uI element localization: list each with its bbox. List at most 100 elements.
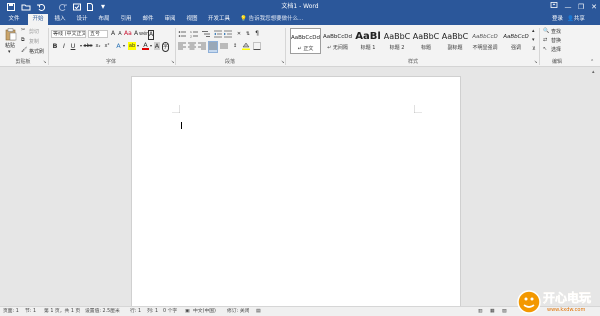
tab-references[interactable]: 引用 — [116, 14, 136, 25]
collapse-ribbon-icon[interactable]: ⌃ — [590, 59, 594, 65]
borders-icon[interactable] — [253, 42, 261, 52]
styles-launcher-icon[interactable]: ↘ — [534, 59, 537, 64]
highlight-color-button[interactable]: ab — [128, 42, 136, 50]
style-normal[interactable]: AaBbCcDd ↵ 正文 — [290, 28, 321, 54]
find-button[interactable]: 查找 — [551, 28, 561, 35]
status-position[interactable]: 设置值: 2.5厘米 — [85, 307, 120, 316]
select-button[interactable]: 选择 — [551, 46, 561, 53]
status-proofing-icon[interactable]: ▣ — [185, 307, 190, 316]
font-color-dropdown-icon[interactable]: ▾ — [149, 42, 153, 50]
paste-icon[interactable] — [4, 27, 18, 41]
superscript-button[interactable]: x² — [103, 42, 111, 50]
format-painter-icon[interactable]: 🖌 — [21, 47, 27, 53]
tab-home[interactable]: 开始 — [28, 14, 48, 25]
bold-button[interactable]: B — [52, 42, 58, 50]
style-heading-1[interactable]: AaBl 标题 1 — [354, 28, 382, 54]
styles-more-icon[interactable]: ⊻ — [532, 46, 536, 52]
numbering-icon[interactable]: 12 — [190, 30, 198, 40]
tab-developer[interactable]: 开发工具 — [204, 14, 234, 25]
align-center-icon[interactable] — [188, 42, 196, 52]
increase-indent-icon[interactable] — [224, 30, 232, 40]
styles-scroll-up-icon[interactable]: ▴ — [532, 28, 535, 34]
style-title[interactable]: AaBbC 标题 — [412, 28, 440, 54]
sign-in-link[interactable]: 登录 — [552, 14, 563, 25]
format-painter-button[interactable]: 格式刷 — [29, 48, 44, 55]
subscript-button[interactable]: x₂ — [94, 42, 102, 50]
find-icon[interactable]: 🔍 — [543, 28, 549, 34]
vertical-scrollbar-icon[interactable]: ▴ — [592, 69, 595, 75]
status-page-of[interactable]: 第 1 页，共 1 页 — [44, 307, 80, 316]
underline-button[interactable]: U — [70, 42, 76, 50]
decrease-indent-icon[interactable] — [214, 30, 222, 40]
show-marks-icon[interactable]: ¶ — [253, 30, 261, 38]
chinese-layout-icon[interactable]: ✕ — [235, 30, 243, 38]
tab-design[interactable]: 设计 — [72, 14, 92, 25]
paste-button[interactable]: 粘贴 — [5, 42, 15, 49]
tab-layout[interactable]: 布局 — [94, 14, 114, 25]
status-section[interactable]: 节: 1 — [25, 307, 36, 316]
align-left-icon[interactable] — [178, 42, 186, 52]
multilevel-list-icon[interactable] — [202, 30, 210, 40]
select-icon[interactable]: ↖ — [543, 46, 547, 52]
change-case-icon[interactable]: Aa — [124, 30, 132, 38]
italic-button[interactable]: I — [61, 42, 67, 50]
character-border-icon[interactable]: A — [148, 30, 154, 40]
sort-icon[interactable]: ⇅ — [244, 30, 252, 38]
tab-mailings[interactable]: 邮件 — [138, 14, 158, 25]
shrink-font-icon[interactable]: A — [117, 30, 123, 38]
status-column[interactable]: 列: 1 — [147, 307, 158, 316]
restore-button[interactable]: ❐ — [574, 0, 588, 14]
document-area[interactable]: ▴ — [0, 67, 600, 316]
styles-scroll-down-icon[interactable]: ▾ — [532, 37, 535, 43]
replace-button[interactable]: 替换 — [551, 37, 561, 44]
bullets-icon[interactable] — [178, 30, 186, 40]
strikethrough-button[interactable]: abc — [83, 42, 93, 50]
tab-view[interactable]: 视图 — [182, 14, 202, 25]
share-button[interactable]: 👤共享 — [567, 14, 585, 25]
phonetic-guide-icon[interactable]: wén — [139, 30, 149, 38]
document-page[interactable] — [131, 76, 461, 316]
read-mode-icon[interactable]: ▥ — [478, 307, 483, 316]
font-family-select[interactable]: 等线 (中文正文) — [51, 30, 86, 38]
text-effects-dropdown-icon[interactable]: ▾ — [122, 42, 126, 50]
copy-button[interactable]: 复制 — [29, 38, 39, 45]
font-launcher-icon[interactable]: ↘ — [171, 59, 174, 64]
tab-file[interactable]: 文件 — [2, 14, 26, 25]
copy-icon[interactable]: ⧉ — [21, 37, 25, 43]
status-track-changes[interactable]: 修订: 关闭 — [227, 307, 249, 316]
align-right-icon[interactable] — [198, 42, 206, 52]
replace-icon[interactable]: ⇄ — [543, 37, 547, 43]
style-no-spacing[interactable]: AaBbCcDd ↵ 无间隔 — [322, 28, 353, 54]
paragraph-launcher-icon[interactable]: ↘ — [281, 59, 284, 64]
line-spacing-icon[interactable]: ↕ — [231, 42, 239, 50]
ribbon-display-icon[interactable] — [547, 0, 561, 14]
font-size-select[interactable]: 五号 — [88, 30, 108, 38]
status-page[interactable]: 页面: 1 — [3, 307, 19, 316]
tab-insert[interactable]: 插入 — [50, 14, 70, 25]
text-effects-icon[interactable]: A — [115, 42, 122, 50]
highlight-dropdown-icon[interactable]: ▾ — [136, 42, 140, 50]
status-word-count[interactable]: 0 个字 — [163, 307, 177, 316]
close-button[interactable]: ✕ — [587, 0, 600, 14]
enclose-characters-icon[interactable]: 字 — [162, 42, 169, 52]
print-layout-icon[interactable]: ▦ — [490, 307, 495, 316]
web-layout-icon[interactable]: ▧ — [502, 307, 507, 316]
style-emphasis[interactable]: AaBbCcD 强调 — [501, 28, 531, 54]
minimize-button[interactable]: — — [561, 0, 575, 14]
character-shading-icon[interactable]: A — [154, 42, 160, 50]
shading-icon[interactable] — [242, 42, 250, 52]
font-color-button[interactable]: A — [142, 42, 149, 50]
cut-button[interactable]: 剪切 — [29, 28, 39, 35]
status-language[interactable]: 中文(中国) — [193, 307, 216, 316]
cut-icon[interactable]: ✂ — [21, 27, 25, 33]
status-macro-icon[interactable]: ▤ — [256, 307, 261, 316]
status-line[interactable]: 行: 1 — [130, 307, 141, 316]
tell-me-box[interactable]: 💡 告诉我您想要做什么... — [240, 14, 303, 25]
grow-font-icon[interactable]: A — [110, 30, 116, 38]
justify-icon[interactable] — [208, 41, 218, 53]
paste-dropdown-icon[interactable]: ▾ — [8, 49, 11, 55]
style-subtle-emphasis[interactable]: AaBbCcD 不明显强调 — [470, 28, 500, 54]
clipboard-launcher-icon[interactable]: ↘ — [43, 59, 46, 64]
tab-review[interactable]: 审阅 — [160, 14, 180, 25]
style-heading-2[interactable]: AaBbC 标题 2 — [383, 28, 411, 54]
